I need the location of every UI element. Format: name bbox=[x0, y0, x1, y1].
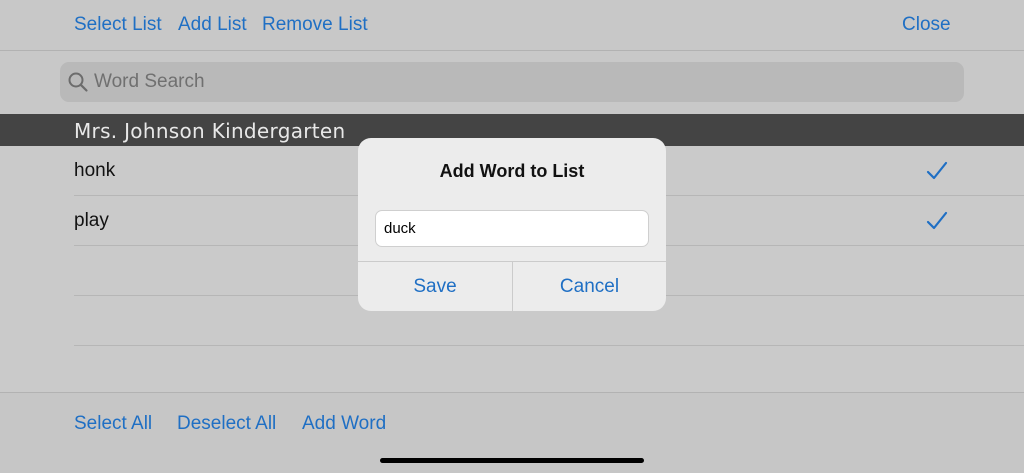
search-field-container[interactable] bbox=[60, 62, 964, 102]
add-list-button[interactable]: Add List bbox=[178, 14, 247, 36]
checkmark-icon bbox=[926, 211, 948, 230]
cancel-button[interactable]: Cancel bbox=[513, 262, 666, 311]
word-input[interactable] bbox=[375, 210, 649, 247]
search-bar bbox=[0, 51, 1024, 114]
dialog-title: Add Word to List bbox=[439, 161, 585, 181]
remove-list-button[interactable]: Remove List bbox=[262, 14, 368, 36]
add-word-button[interactable]: Add Word bbox=[302, 413, 386, 435]
save-button[interactable]: Save bbox=[358, 262, 512, 311]
add-word-dialog: Add Word to List Save Cancel bbox=[358, 138, 666, 311]
top-toolbar: Select List Add List Remove List Close bbox=[0, 0, 1024, 51]
list-title: Mrs. Johnson Kindergarten bbox=[74, 119, 346, 143]
list-item-label: honk bbox=[74, 160, 116, 181]
search-icon bbox=[68, 72, 88, 92]
deselect-all-button[interactable]: Deselect All bbox=[177, 413, 276, 435]
home-indicator[interactable] bbox=[380, 458, 644, 463]
close-button[interactable]: Close bbox=[902, 14, 951, 36]
select-list-button[interactable]: Select List bbox=[74, 14, 162, 36]
list-item-label: play bbox=[74, 210, 109, 231]
search-input[interactable] bbox=[94, 62, 944, 102]
checkmark-icon bbox=[926, 161, 948, 180]
select-all-button[interactable]: Select All bbox=[74, 413, 152, 435]
dialog-actions: Save Cancel bbox=[358, 261, 666, 311]
